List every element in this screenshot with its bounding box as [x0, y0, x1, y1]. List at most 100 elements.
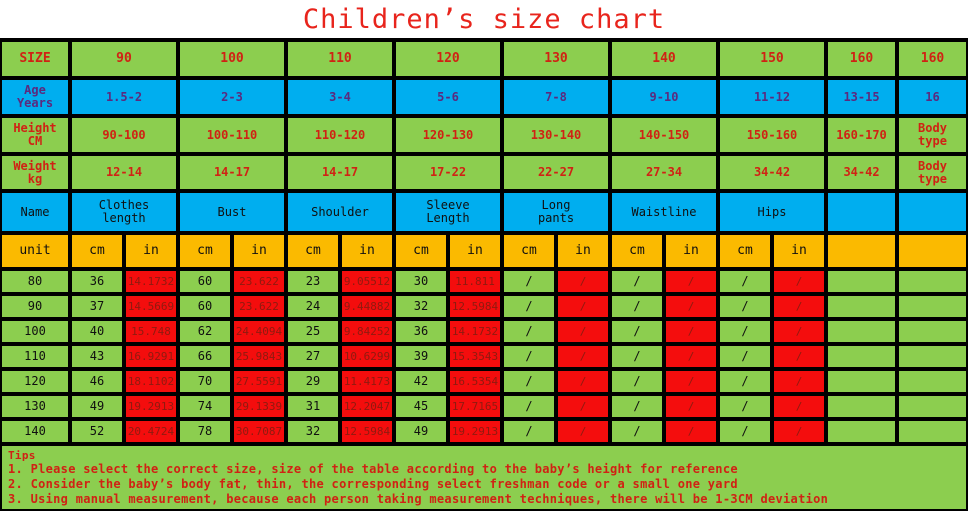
cell-empty [826, 319, 897, 344]
chart-title-bar: Children’s size chart [0, 0, 968, 40]
unit-cm-header: cm [718, 233, 772, 269]
cell-empty [897, 369, 968, 394]
table-row: 80 36 14.1732 60 23.622 23 9.05512 30 11.811// / /… [0, 269, 968, 294]
cell-cm: 60 [178, 294, 232, 319]
row-unit: unit cm in cm in cm in cm in cm in cm in cm in [0, 233, 968, 269]
cell-cm: 27 [286, 344, 340, 369]
cell-cm: / [610, 369, 664, 394]
cell-inch: / [772, 394, 826, 419]
cell-inch: / [556, 394, 610, 419]
cell-empty [897, 269, 968, 294]
cell-cm: / [718, 269, 772, 294]
height-cell: 110-120 [286, 116, 394, 154]
measure-name-cell: Sleeve Length [394, 191, 502, 233]
weight-cell: 22-27 [502, 154, 610, 191]
cell-cm: 60 [178, 269, 232, 294]
size-cell: 140 [610, 40, 718, 78]
cell-cm: 31 [286, 394, 340, 419]
table-row: 120 46 18.1102 70 27.5591 29 11.4173 42 16.5354/… [0, 369, 968, 394]
row-measure-name: Name Clothes length Bust Shoulder Sleeve Len… [0, 191, 968, 233]
cell-cm: 39 [394, 344, 448, 369]
cell-empty [826, 369, 897, 394]
weight-cell: 14-17 [178, 154, 286, 191]
cell-cm: / [502, 269, 556, 294]
size-cell: 110 [286, 40, 394, 78]
cell-inch: 23.622 [232, 269, 286, 294]
cell-inch: 9.44882 [340, 294, 394, 319]
unit-empty-cell [826, 233, 897, 269]
row-size-label: 80 [0, 269, 70, 294]
cell-cm: / [718, 394, 772, 419]
weight-cell: 27-34 [610, 154, 718, 191]
unit-empty-cell [897, 233, 968, 269]
unit-cm-header: cm [70, 233, 124, 269]
cell-inch: 11.811 [448, 269, 502, 294]
cell-cm: / [502, 394, 556, 419]
cell-inch: / [556, 294, 610, 319]
unit-in-header: in [340, 233, 394, 269]
weight-cell: 34-42 [718, 154, 826, 191]
table-row: 110 43 16.9291 66 25.9843 27 10.6299 39 15.3543/… [0, 344, 968, 369]
cell-empty [897, 319, 968, 344]
tips-line-1: 1. Please select the correct size, size … [8, 462, 738, 476]
measure-name-cell: Hips [718, 191, 826, 233]
cell-cm: 52 [70, 419, 124, 444]
unit-row-label: unit [0, 233, 70, 269]
cell-cm: / [502, 319, 556, 344]
cell-inch: / [772, 319, 826, 344]
cell-cm: / [718, 344, 772, 369]
size-row-label: SIZE [0, 40, 70, 78]
weight-cell: 34-42 [826, 154, 897, 191]
cell-cm: 66 [178, 344, 232, 369]
height-cell: 120-130 [394, 116, 502, 154]
cell-inch: / [664, 319, 718, 344]
cell-inch: 12.5984 [448, 294, 502, 319]
unit-in-header: in [124, 233, 178, 269]
measure-name-cell: Shoulder [286, 191, 394, 233]
cell-inch: / [772, 419, 826, 444]
unit-in-header: in [556, 233, 610, 269]
cell-cm: 49 [70, 394, 124, 419]
cell-empty [826, 394, 897, 419]
page-title: Children’s size chart [302, 3, 666, 35]
cell-inch: 9.05512 [340, 269, 394, 294]
cell-inch: / [556, 344, 610, 369]
cell-inch: 20.4724 [124, 419, 178, 444]
cell-inch: / [556, 419, 610, 444]
height-cell: 150-160 [718, 116, 826, 154]
row-size: SIZE 90 100 110 120 130 140 150 160 160 [0, 40, 968, 78]
size-cell: 100 [178, 40, 286, 78]
measure-name-cell: Clothes length [70, 191, 178, 233]
cell-inch: 12.5984 [340, 419, 394, 444]
cell-empty [897, 294, 968, 319]
cell-cm: / [502, 344, 556, 369]
height-cell: 140-150 [610, 116, 718, 154]
size-chart-root: Children’s size chart SIZE 90 100 110 120 130… [0, 0, 968, 511]
cell-inch: / [664, 369, 718, 394]
cell-empty [897, 394, 968, 419]
row-size-label: 120 [0, 369, 70, 394]
weight-cell: 14-17 [286, 154, 394, 191]
cell-inch: / [772, 369, 826, 394]
unit-cm-header: cm [286, 233, 340, 269]
cell-inch: 14.1732 [124, 269, 178, 294]
cell-cm: 62 [178, 319, 232, 344]
cell-cm: 46 [70, 369, 124, 394]
cell-inch: / [556, 319, 610, 344]
size-cell: 90 [70, 40, 178, 78]
height-cell: 130-140 [502, 116, 610, 154]
cell-cm: 37 [70, 294, 124, 319]
cell-inch: 24.4094 [232, 319, 286, 344]
cell-empty [897, 344, 968, 369]
cell-cm: / [610, 294, 664, 319]
weight-cell: 12-14 [70, 154, 178, 191]
unit-in-header: in [448, 233, 502, 269]
cell-cm: 49 [394, 419, 448, 444]
height-row-label: Height CM [0, 116, 70, 154]
cell-empty [897, 419, 968, 444]
cell-inch: 15.748 [124, 319, 178, 344]
cell-cm: / [610, 344, 664, 369]
measure-name-row-label: Name [0, 191, 70, 233]
cell-cm: / [718, 419, 772, 444]
cell-inch: / [556, 369, 610, 394]
